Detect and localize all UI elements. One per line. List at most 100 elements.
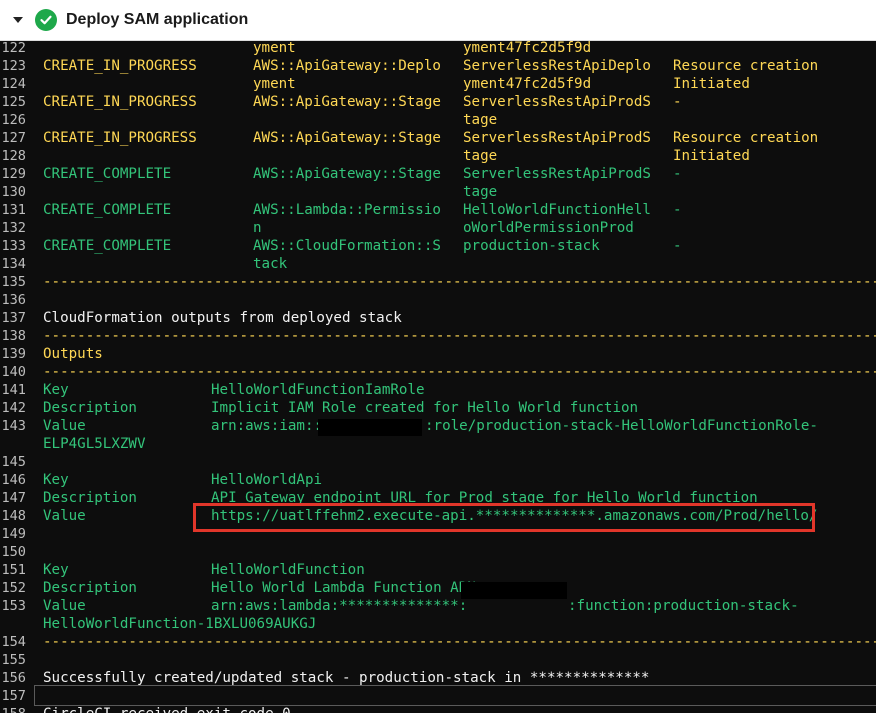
terminal-text: HelloWorldFunction-1BXLU069AUKGJ <box>43 616 317 632</box>
terminal-line: 125 CREATE_IN_PROGRESS AWS::ApiGateway::St… <box>0 93 876 111</box>
terminal-line: 140 -------------------------------------… <box>0 363 876 381</box>
line-number: 149 <box>1 526 26 542</box>
terminal-line: 126 tage <box>0 111 876 129</box>
terminal-line: 139 Outputs <box>0 345 876 363</box>
line-number: 150 <box>1 544 26 560</box>
terminal-text: AWS::ApiGateway::Stage <box>253 166 441 182</box>
terminal-line: 135 -------------------------------------… <box>0 273 876 291</box>
line-number: 148 <box>1 508 26 524</box>
terminal-text: Outputs <box>43 346 103 362</box>
line-number: 141 <box>1 382 26 398</box>
line-number: 129 <box>1 166 26 182</box>
terminal-text: CREATE_COMPLETE <box>43 166 172 182</box>
line-number: 137 <box>1 310 26 326</box>
terminal-text: Resource creation <box>673 130 819 146</box>
terminal-line: 136 <box>0 291 876 309</box>
redacted-account-id <box>461 582 567 599</box>
terminal-text: - <box>673 94 682 110</box>
terminal-text: Implicit IAM Role created for Hello Worl… <box>211 400 639 416</box>
terminal-text: Key <box>43 562 69 578</box>
terminal-text: AWS::CloudFormation::S <box>253 238 441 254</box>
line-number: 136 <box>1 292 26 308</box>
terminal-text: yment47fc2d5f9d <box>463 41 592 56</box>
success-check-icon <box>35 9 57 31</box>
terminal-line: 137 CloudFormation outputs from deployed … <box>0 309 876 327</box>
collapse-caret-icon[interactable] <box>13 17 23 23</box>
terminal-line: 128 tage Initiated <box>0 147 876 165</box>
line-number: 131 <box>1 202 26 218</box>
terminal-text: AWS::ApiGateway::Stage <box>253 130 441 146</box>
step-header[interactable]: Deploy SAM application <box>0 0 876 41</box>
terminal-text: oWorldPermissionProd <box>463 220 634 236</box>
terminal-line: 143 Value arn:aws:iam:::role/production-st… <box>0 417 876 435</box>
terminal-text: Initiated <box>673 76 750 92</box>
terminal-line: 123 CREATE_IN_PROGRESS AWS::ApiGateway::De… <box>0 57 876 75</box>
terminal-text: HelloWorldFunctionHell <box>463 202 651 218</box>
terminal-line: 154 -------------------------------------… <box>0 633 876 651</box>
terminal-text: ServerlessRestApiProdS <box>463 166 651 182</box>
terminal-text: n <box>253 220 262 236</box>
terminal-text: yment <box>253 76 296 92</box>
terminal-line: 131 CREATE_COMPLETE AWS::Lambda::Permissio… <box>0 201 876 219</box>
line-number: 155 <box>1 652 26 668</box>
line-number: 126 <box>1 112 26 128</box>
terminal-line: 124 yment yment47fc2d5f9d Initiated <box>0 75 876 93</box>
terminal-text: Hello World Lambda Function ARN <box>211 580 476 596</box>
terminal-line: 145 <box>0 453 876 471</box>
line-number: 151 <box>1 562 26 578</box>
line-number: 152 <box>1 580 26 596</box>
line-number: 142 <box>1 400 26 416</box>
terminal-text: ServerlessRestApiProdS <box>463 130 651 146</box>
terminal-line: 134 tack <box>0 255 876 273</box>
terminal-line: 127 CREATE_IN_PROGRESS AWS::ApiGateway::St… <box>0 129 876 147</box>
terminal-line: 129 CREATE_COMPLETE AWS::ApiGateway::Stage… <box>0 165 876 183</box>
terminal-text: HelloWorldApi <box>211 472 323 488</box>
terminal-line: 138 -------------------------------------… <box>0 327 876 345</box>
terminal-text: CREATE_IN_PROGRESS <box>43 94 197 110</box>
terminal-text: tack <box>253 256 288 272</box>
terminal-text: :function:production-stack- <box>568 598 799 614</box>
line-number: 123 <box>1 58 26 74</box>
line-number: 138 <box>1 328 26 344</box>
line-number: 158 <box>0 705 26 713</box>
terminal-line: 150 <box>0 543 876 561</box>
terminal-text: ELP4GL5LXZWV <box>43 436 146 452</box>
line-number: 128 <box>1 148 26 164</box>
terminal-line: 152 Description Hello World Lambda Functio… <box>0 579 876 597</box>
terminal-output[interactable]: 158CircleCI received exit code 0157156Su… <box>0 41 876 713</box>
terminal-text: tage <box>463 184 498 200</box>
terminal-text: CircleCI received exit code 0 <box>43 705 291 713</box>
line-number: 122 <box>1 41 26 56</box>
terminal-text: Value <box>43 508 86 524</box>
line-number: 140 <box>1 364 26 380</box>
terminal-text: - <box>673 238 682 254</box>
line-number: 145 <box>1 454 26 470</box>
terminal-text: Description <box>43 400 137 416</box>
terminal-line: 153 Value arn:aws:lambda:**************::f… <box>0 597 876 615</box>
line-number: 130 <box>1 184 26 200</box>
terminal-text: - <box>673 202 682 218</box>
terminal-line: HelloWorldFunction-1BXLU069AUKGJ <box>0 615 876 633</box>
terminal-text: production-stack <box>463 238 600 254</box>
terminal-line: 141 Key HelloWorldFunctionIamRole <box>0 381 876 399</box>
terminal-text: HelloWorldFunctionIamRole <box>211 382 425 398</box>
line-number: 147 <box>1 490 26 506</box>
terminal-text: ----------------------------------------… <box>43 364 876 380</box>
line-number: 156 <box>1 670 26 686</box>
terminal-text: CREATE_IN_PROGRESS <box>43 130 197 146</box>
terminal-text: Description <box>43 580 137 596</box>
terminal-text: tage <box>463 112 498 128</box>
terminal-line: 158 CircleCI received exit code 0 <box>0 705 876 713</box>
terminal-text: tage <box>463 148 498 164</box>
line-number: 157 <box>1 688 26 704</box>
terminal-line: 151 Key HelloWorldFunction <box>0 561 876 579</box>
line-number: 124 <box>1 76 26 92</box>
step-title: Deploy SAM application <box>66 11 249 28</box>
terminal-text: ----------------------------------------… <box>43 328 876 344</box>
line-number: 154 <box>1 634 26 650</box>
terminal-text: :role/production-stack-HelloWorldFunctio… <box>425 418 818 434</box>
terminal-text: Initiated <box>673 148 750 164</box>
line-number: 132 <box>1 220 26 236</box>
line-number: 127 <box>1 130 26 146</box>
terminal-text: ServerlessRestApiProdS <box>463 94 651 110</box>
